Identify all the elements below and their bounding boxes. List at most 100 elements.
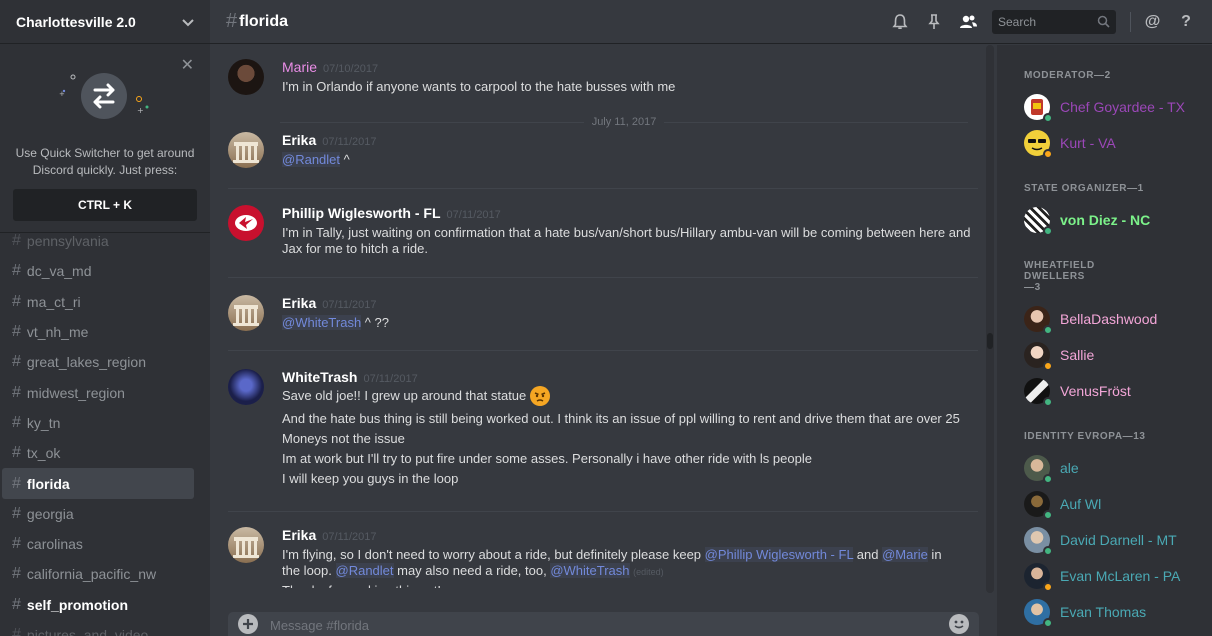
timestamp: 07/11/2017 bbox=[322, 531, 377, 543]
member-item[interactable]: von Diez - NC bbox=[997, 202, 1212, 238]
author-name[interactable]: Erika bbox=[282, 132, 316, 148]
member-name: von Diez - NC bbox=[1060, 212, 1151, 228]
user-mention[interactable]: @WhiteTrash bbox=[550, 562, 630, 578]
message-input[interactable] bbox=[270, 617, 949, 633]
avatar[interactable] bbox=[228, 132, 264, 168]
role-header: STATE ORGANIZER—1 bbox=[1024, 183, 1144, 194]
emoji-picker-icon[interactable] bbox=[949, 614, 969, 634]
user-mention[interactable]: @Randlet bbox=[282, 152, 341, 167]
hash-icon: # bbox=[12, 474, 21, 492]
message-text: ^ ?? bbox=[361, 315, 389, 330]
svg-text:+: + bbox=[137, 106, 144, 115]
hash-icon: # bbox=[12, 353, 21, 371]
channel-label: georgia bbox=[26, 505, 74, 522]
member-item[interactable]: Sallie bbox=[997, 337, 1212, 373]
user-mention[interactable]: @Phillip Wiglesworth - FL bbox=[704, 547, 854, 562]
author-name[interactable]: Phillip Wiglesworth - FL bbox=[282, 205, 441, 221]
avatar[interactable] bbox=[228, 205, 264, 241]
message: WhiteTrash 07/11/2017 Save old joe!! I g… bbox=[228, 369, 986, 489]
avatar[interactable] bbox=[228, 527, 264, 563]
message-text: Moneys not the issue bbox=[282, 431, 405, 446]
channel-label: tx_ok bbox=[26, 445, 61, 462]
member-item[interactable]: David Darnell - MT bbox=[997, 522, 1212, 558]
member-item[interactable]: Evan McLaren - PA bbox=[997, 558, 1212, 594]
date-divider: July 11, 2017 bbox=[280, 115, 968, 129]
svg-text:+: + bbox=[59, 90, 65, 98]
channel-label: florida bbox=[26, 475, 70, 492]
channel-label: self_promotion bbox=[26, 596, 129, 613]
scroll-thumb[interactable] bbox=[987, 333, 993, 349]
user-mention[interactable]: @Randlet bbox=[335, 562, 394, 578]
avatar bbox=[1024, 599, 1053, 628]
channel-sidebar: Charlottesville 2.0 # pennsylvania # dc_va… bbox=[0, 0, 210, 636]
hash-icon: # bbox=[226, 10, 238, 32]
hash-icon: # bbox=[12, 535, 21, 553]
channel-great-lakes-region[interactable]: # great_lakes_region bbox=[2, 347, 194, 377]
online-status-icon bbox=[1043, 397, 1053, 407]
online-status-icon bbox=[1043, 474, 1053, 484]
avatar bbox=[1024, 130, 1053, 159]
hash-icon: # bbox=[12, 595, 21, 613]
avatar[interactable] bbox=[228, 295, 264, 331]
member-item[interactable]: ale bbox=[997, 450, 1212, 486]
author-name[interactable]: Marie bbox=[282, 59, 317, 75]
member-item[interactable]: Kurt - VA bbox=[997, 125, 1212, 161]
channel-label: midwest_region bbox=[26, 384, 125, 401]
close-icon[interactable]: ✕ bbox=[181, 55, 194, 75]
online-status-icon bbox=[1043, 226, 1053, 236]
hash-icon: # bbox=[12, 504, 21, 522]
member-list-icon[interactable] bbox=[958, 12, 978, 32]
mentions-icon[interactable]: @ bbox=[1130, 11, 1162, 32]
channel-tx-ok[interactable]: # tx_ok bbox=[2, 438, 194, 468]
help-icon[interactable]: ? bbox=[1176, 12, 1196, 32]
message-divider bbox=[228, 188, 978, 189]
user-mention[interactable]: @WhiteTrash bbox=[282, 315, 362, 330]
channel-pictures-and-video[interactable]: # pictures_and_video bbox=[2, 620, 194, 636]
member-item[interactable]: Evan Thomas bbox=[997, 594, 1212, 630]
channel-self-promotion[interactable]: # self_promotion bbox=[2, 590, 194, 620]
channel-ma-ct-ri[interactable]: # ma_ct_ri bbox=[2, 287, 194, 317]
avatar bbox=[1024, 94, 1053, 123]
channel-california-pacific-nw[interactable]: # california_pacific_nw bbox=[2, 559, 194, 589]
message: Marie 07/10/2017 I'm in Orlando if anyon… bbox=[228, 59, 986, 95]
channel-vt-nh-me[interactable]: # vt_nh_me bbox=[2, 317, 194, 347]
quick-switcher-tip: ✕ + + Use Quick Switcher to get around D… bbox=[0, 45, 210, 233]
author-name[interactable]: WhiteTrash bbox=[282, 369, 357, 385]
author-name[interactable]: Erika bbox=[282, 295, 316, 311]
chevron-down-icon bbox=[182, 14, 194, 30]
online-status-icon bbox=[1043, 113, 1053, 123]
timestamp: 07/11/2017 bbox=[322, 299, 377, 311]
search-box[interactable] bbox=[992, 9, 1116, 34]
channel-dc-va-md[interactable]: # dc_va_md bbox=[2, 256, 194, 286]
channel-carolinas[interactable]: # carolinas bbox=[2, 529, 194, 559]
bell-icon[interactable] bbox=[890, 12, 910, 32]
hash-icon: # bbox=[12, 323, 21, 341]
search-input[interactable] bbox=[998, 14, 1088, 29]
pin-icon[interactable] bbox=[924, 12, 944, 32]
member-name: BellaDashwood bbox=[1060, 311, 1158, 327]
member-item[interactable]: VenusFröst bbox=[997, 373, 1212, 409]
member-item[interactable]: Chef Goyardee - TX bbox=[997, 89, 1212, 125]
message-text: I will keep you guys in the loop bbox=[282, 471, 459, 486]
user-mention[interactable]: @Marie bbox=[882, 547, 928, 562]
message-text: Save old joe!! I grew up around that sta… bbox=[282, 388, 527, 403]
channel-georgia[interactable]: # georgia bbox=[2, 499, 194, 529]
server-name: Charlottesville 2.0 bbox=[16, 13, 136, 30]
chat-scrollbar[interactable] bbox=[986, 45, 994, 593]
author-name[interactable]: Erika bbox=[282, 527, 316, 543]
message: Erika 07/11/2017 @Randlet ^ bbox=[228, 132, 986, 168]
role-header: MODERATOR—2 bbox=[1024, 70, 1111, 81]
upload-icon[interactable] bbox=[238, 614, 258, 634]
message: Erika 07/11/2017 I'm flying, so I don't … bbox=[228, 527, 986, 588]
avatar bbox=[1024, 563, 1053, 592]
channel-title-label: florida bbox=[239, 12, 289, 30]
channel-midwest-region[interactable]: # midwest_region bbox=[2, 377, 194, 407]
online-status-icon bbox=[1043, 325, 1053, 335]
channel-ky-tn[interactable]: # ky_tn bbox=[2, 408, 194, 438]
channel-florida[interactable]: # florida bbox=[2, 468, 194, 499]
avatar[interactable] bbox=[228, 59, 264, 95]
server-header[interactable]: Charlottesville 2.0 bbox=[0, 0, 210, 44]
avatar[interactable] bbox=[228, 369, 264, 405]
member-item[interactable]: BellaDashwood bbox=[997, 301, 1212, 337]
member-item[interactable]: Auf Wl bbox=[997, 486, 1212, 522]
